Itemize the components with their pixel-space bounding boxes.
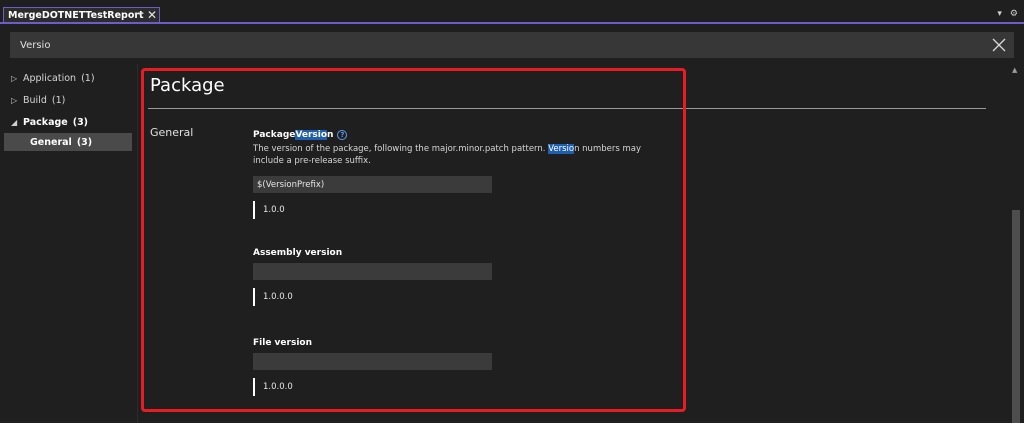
gear-icon[interactable]: ⚙ (1010, 9, 1018, 19)
tree-item-count: (3) (76, 136, 93, 148)
tab-dropdown-icon[interactable]: ▾ (997, 9, 1002, 19)
evaluated-value: 1.0.0.0 (253, 378, 813, 396)
tree-item-package[interactable]: ◢ Package (3) (4, 111, 132, 133)
collapse-caret-icon[interactable]: ◢ (11, 118, 23, 127)
vertical-scrollbar[interactable]: ▲ (1008, 64, 1024, 423)
clear-search-icon[interactable] (988, 34, 1010, 56)
expand-caret-icon[interactable]: ▷ (11, 74, 23, 83)
tree-item-count: (1) (81, 72, 95, 84)
section-label: General (150, 126, 194, 139)
expand-caret-icon[interactable]: ▷ (11, 96, 23, 105)
property-file-version: File version 1.0.0.0 (253, 336, 813, 396)
tree-item-build[interactable]: ▷ Build (1) (4, 89, 132, 111)
title-suffix: n (327, 130, 334, 140)
property-description: The version of the package, following th… (253, 143, 653, 167)
document-tab-strip: MergeDOTNETTestReport ⊸ ✕ ▾ ⚙ (0, 0, 1024, 24)
tab-accent-line (0, 22, 1024, 24)
property-title: Package Versio n ? (253, 128, 813, 142)
search-input[interactable] (10, 32, 970, 58)
scroll-thumb[interactable] (1012, 210, 1020, 423)
tree-item-label: Build (23, 94, 47, 106)
tree-item-label: Application (23, 72, 77, 84)
evaluated-value: 1.0.0.0 (253, 288, 813, 306)
tree-item-count: (3) (72, 116, 89, 128)
scroll-up-arrow-icon[interactable]: ▲ (1012, 66, 1017, 74)
page-title: Package (150, 75, 225, 96)
file-version-input[interactable] (253, 353, 492, 370)
pin-icon[interactable]: ⊸ (134, 9, 142, 20)
properties-pane: Package General Package Versio n ? The ve… (140, 64, 1010, 423)
category-tree: ▷ Application (1) ▷ Build (1) ◢ Package … (4, 67, 132, 151)
search-highlight: Versio (548, 144, 575, 154)
assembly-version-input[interactable] (253, 263, 492, 280)
close-tab-icon[interactable]: ✕ (147, 8, 157, 22)
title-prefix: Package (253, 130, 296, 140)
tree-item-general-selected[interactable]: General (3) (4, 133, 132, 151)
search-highlight: Versio (295, 130, 328, 140)
evaluated-value: 1.0.0 (253, 201, 813, 219)
search-bar (10, 32, 1014, 58)
help-icon[interactable]: ? (337, 130, 348, 140)
desc-part: The version of the package, following th… (253, 144, 549, 154)
tree-item-label: General (30, 136, 72, 148)
property-title: File version (253, 338, 312, 348)
tree-item-count: (1) (51, 94, 66, 106)
property-title: Assembly version (253, 248, 343, 258)
package-version-input[interactable] (253, 176, 492, 193)
pane-divider[interactable] (137, 64, 138, 423)
document-tab[interactable]: MergeDOTNETTestReport ⊸ ✕ (3, 7, 160, 23)
property-assembly-version: Assembly version 1.0.0.0 (253, 246, 813, 306)
tree-item-application[interactable]: ▷ Application (1) (4, 67, 132, 89)
tab-tools: ▾ ⚙ (997, 9, 1018, 19)
tab-title: MergeDOTNETTestReport (8, 10, 144, 21)
tree-item-label: Package (23, 116, 68, 128)
title-divider (148, 108, 986, 109)
property-package-version: Package Versio n ? The version of the pac… (253, 128, 813, 219)
